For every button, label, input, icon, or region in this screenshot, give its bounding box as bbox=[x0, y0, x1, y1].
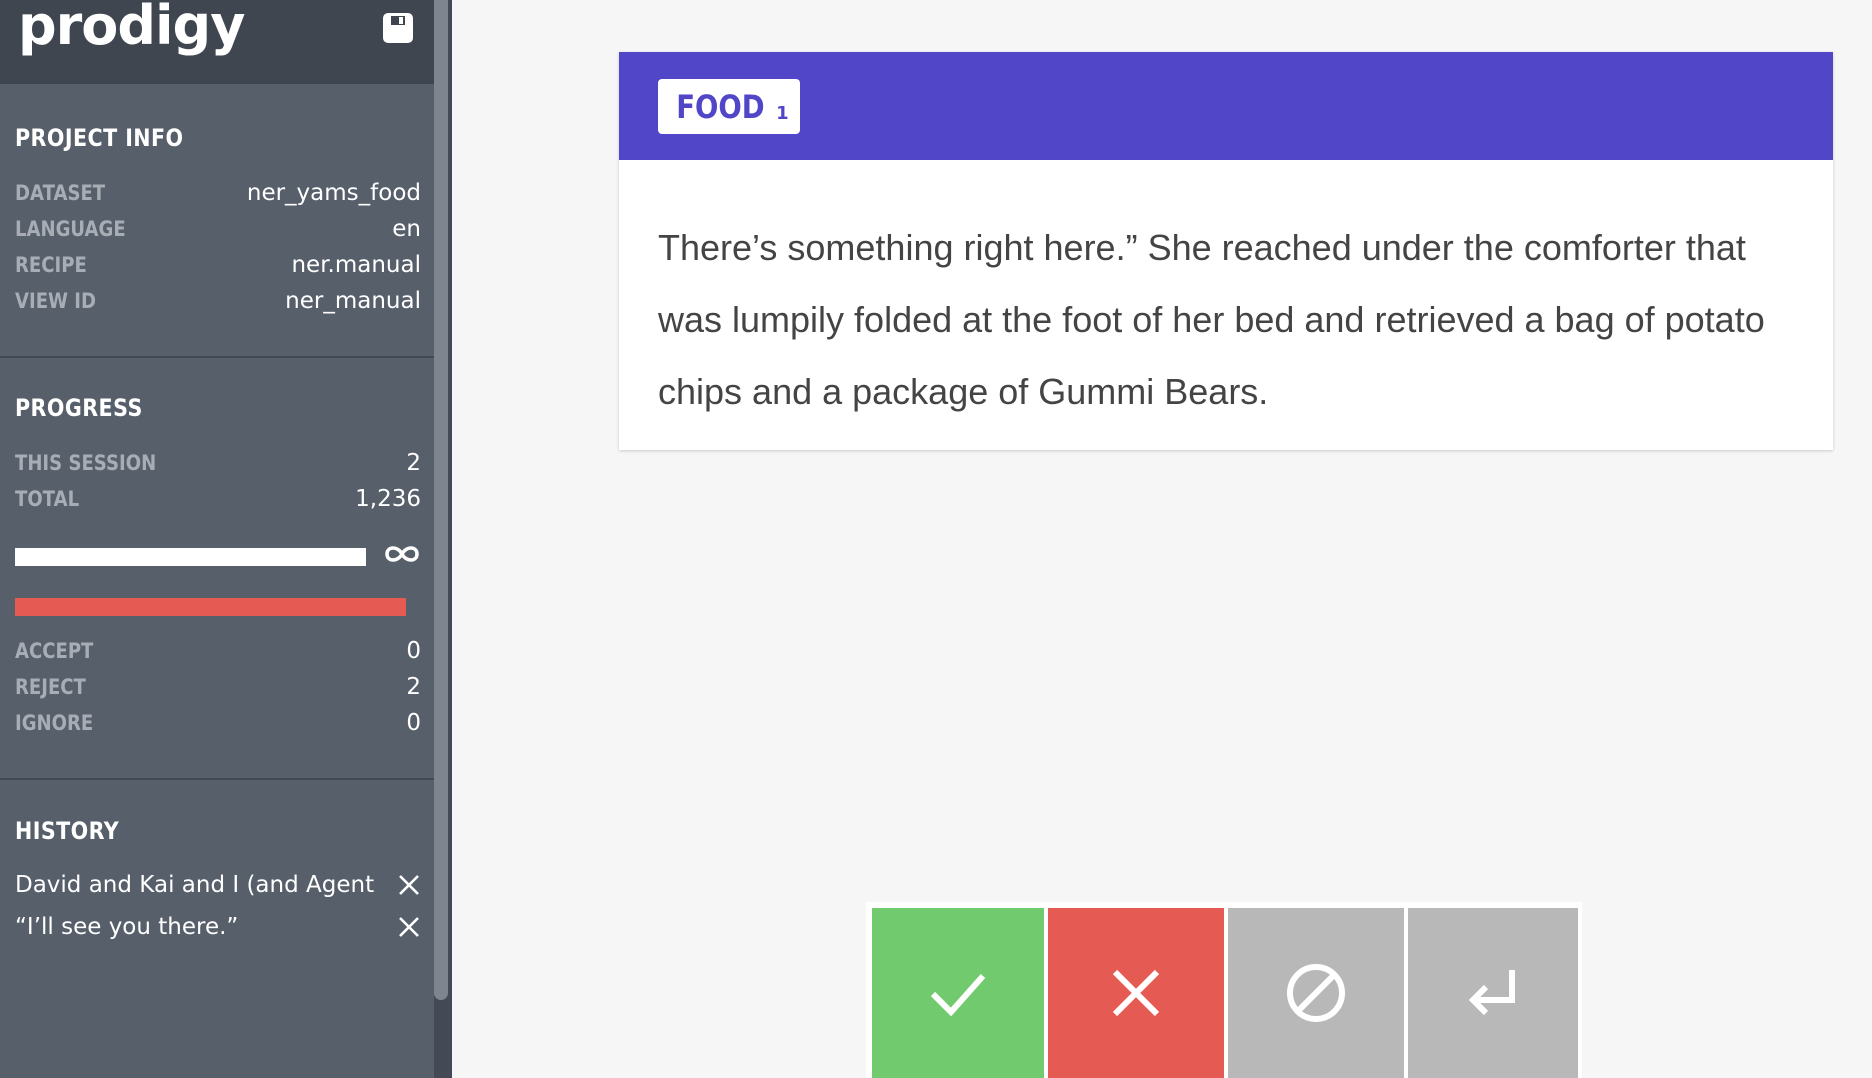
infinity-icon bbox=[382, 541, 422, 567]
total-row: TOTAL 1,236 bbox=[15, 482, 421, 516]
language-label: LANGUAGE bbox=[15, 217, 126, 241]
sidebar-scrollbar-thumb[interactable] bbox=[434, 0, 448, 1000]
history-item-text: David and Kai and I (and Agent... bbox=[15, 872, 375, 898]
label-bar: FOOD 1 bbox=[619, 52, 1833, 160]
reject-button[interactable] bbox=[1048, 908, 1224, 1078]
sidebar: prodigy PROJECT INFO DATASET ner_yams_fo… bbox=[0, 0, 452, 1078]
close-icon bbox=[1112, 969, 1160, 1017]
this-session-row: THIS SESSION 2 bbox=[15, 446, 421, 480]
total-value: 1,236 bbox=[355, 486, 421, 512]
project-info-title: PROJECT INFO bbox=[15, 124, 184, 152]
no-entry-icon bbox=[1287, 964, 1345, 1022]
app-logo: prodigy bbox=[18, 0, 245, 57]
check-icon bbox=[930, 974, 986, 1017]
reject-row: REJECT 2 bbox=[15, 670, 421, 704]
recipe-value: ner.manual bbox=[291, 252, 421, 278]
this-session-label: THIS SESSION bbox=[15, 451, 157, 475]
dataset-row: DATASET ner_yams_food bbox=[15, 176, 421, 210]
label-shortcut-key: 1 bbox=[776, 103, 789, 124]
ignore-button[interactable] bbox=[1228, 908, 1404, 1078]
progress-title: PROGRESS bbox=[15, 394, 143, 422]
close-icon[interactable] bbox=[397, 915, 421, 939]
reject-label: REJECT bbox=[15, 675, 86, 699]
ignore-row: IGNORE 0 bbox=[15, 706, 421, 740]
dataset-value: ner_yams_food bbox=[246, 180, 421, 206]
reject-ratio-bar bbox=[15, 598, 406, 616]
language-value: en bbox=[392, 216, 421, 242]
accept-label: ACCEPT bbox=[15, 639, 94, 663]
annotation-text[interactable]: There’s something right here.” She reach… bbox=[658, 212, 1798, 428]
label-food-button[interactable]: FOOD 1 bbox=[658, 79, 800, 134]
view-id-label: VIEW ID bbox=[15, 289, 96, 313]
history-title: HISTORY bbox=[15, 817, 120, 845]
action-buttons bbox=[866, 902, 1582, 1078]
progress-bar bbox=[15, 548, 366, 566]
undo-button[interactable] bbox=[1408, 908, 1578, 1078]
ignore-label: IGNORE bbox=[15, 711, 94, 735]
history-item[interactable]: “I’ll see you there.” bbox=[15, 907, 425, 947]
view-id-row: VIEW ID ner_manual bbox=[15, 284, 421, 318]
annotation-card: FOOD 1 There’s something right here.” Sh… bbox=[619, 52, 1833, 450]
close-icon[interactable] bbox=[397, 873, 421, 897]
accept-value: 0 bbox=[406, 638, 421, 664]
language-row: LANGUAGE en bbox=[15, 212, 421, 246]
ignore-value: 0 bbox=[406, 710, 421, 736]
view-id-value: ner_manual bbox=[285, 288, 421, 314]
history-item[interactable]: David and Kai and I (and Agent... bbox=[15, 865, 425, 905]
return-icon bbox=[1468, 970, 1515, 1016]
sidebar-header: prodigy bbox=[0, 0, 434, 84]
accept-button[interactable] bbox=[872, 908, 1044, 1078]
save-icon[interactable] bbox=[382, 12, 414, 44]
label-name: FOOD bbox=[676, 87, 765, 126]
recipe-label: RECIPE bbox=[15, 253, 87, 277]
total-label: TOTAL bbox=[15, 487, 80, 511]
this-session-value: 2 bbox=[406, 450, 421, 476]
reject-value: 2 bbox=[406, 674, 421, 700]
section-divider bbox=[0, 778, 434, 780]
dataset-label: DATASET bbox=[15, 181, 106, 205]
recipe-row: RECIPE ner.manual bbox=[15, 248, 421, 282]
history-item-text: “I’ll see you there.” bbox=[15, 914, 239, 940]
accept-row: ACCEPT 0 bbox=[15, 634, 421, 668]
section-divider bbox=[0, 356, 434, 358]
